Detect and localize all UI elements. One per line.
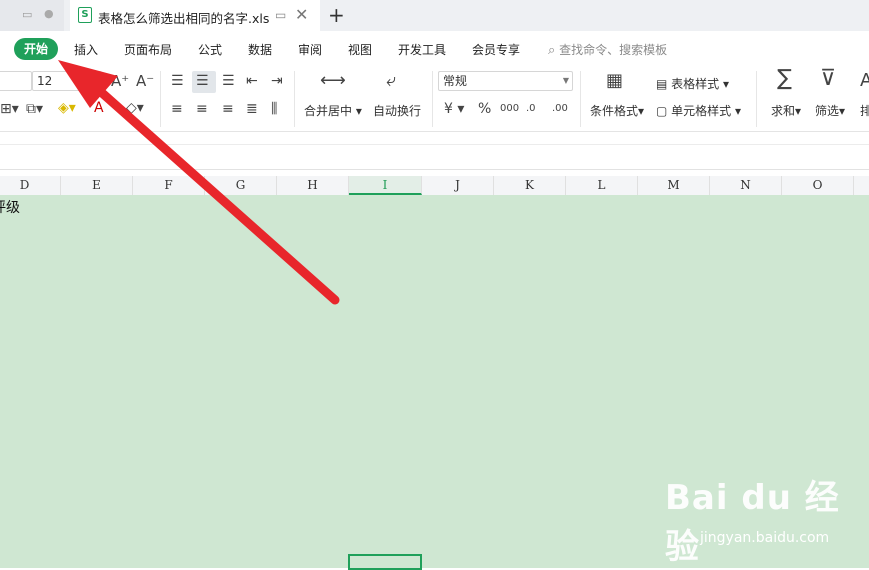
column-header-j[interactable]: J xyxy=(422,176,494,195)
sort-button[interactable]: 排 xyxy=(860,102,869,119)
sum-label: 求和 xyxy=(771,104,796,118)
conditional-format-label: 条件格式 xyxy=(590,104,639,118)
new-tab-plus-icon[interactable]: + xyxy=(328,3,345,27)
menu-formulas[interactable]: 公式 xyxy=(198,41,222,58)
sum-button[interactable]: 求和▾ xyxy=(771,102,801,119)
increase-font-icon[interactable]: A⁺ xyxy=(111,73,129,89)
pin-window-icon[interactable]: ▭ xyxy=(275,8,286,22)
currency-icon[interactable]: ¥ ▾ xyxy=(444,101,464,117)
fill-color-icon[interactable]: ◈▾ xyxy=(58,100,76,116)
font-size-value: 12 xyxy=(37,74,53,88)
column-header-n[interactable]: N xyxy=(710,176,782,195)
indent-increase-icon[interactable]: ⇥ xyxy=(271,73,283,89)
column-header-o[interactable]: O xyxy=(782,176,854,195)
format-icon[interactable]: ⧉▾ xyxy=(26,101,43,117)
cell-style-label: 单元格样式 xyxy=(671,104,732,118)
baidu-watermark-url: jingyan.baidu.com xyxy=(700,530,830,546)
column-header-h[interactable]: H xyxy=(277,176,349,195)
menu-review[interactable]: 审阅 xyxy=(298,41,322,58)
menu-home[interactable]: 开始 xyxy=(14,38,58,60)
filter-button[interactable]: 筛选▾ xyxy=(815,102,845,119)
align-middle-icon[interactable]: ☰ xyxy=(196,73,209,89)
cell-style-button[interactable]: ▢ 单元格样式 ▾ xyxy=(656,102,741,119)
formula-bar[interactable] xyxy=(0,144,869,170)
font-size-dropdown[interactable]: 12 ▼ xyxy=(32,71,102,91)
column-header-i[interactable]: I xyxy=(349,176,422,195)
number-format-dropdown[interactable]: 常规 ▼ xyxy=(438,71,573,91)
sort-icon[interactable]: A xyxy=(860,72,869,90)
font-color-icon[interactable]: A xyxy=(94,100,104,116)
column-header-g[interactable]: G xyxy=(205,176,277,195)
close-tab-icon[interactable]: ✕ xyxy=(295,5,308,24)
chevron-down-icon: ▼ xyxy=(91,76,98,85)
menu-view[interactable]: 视图 xyxy=(348,41,372,58)
monitor-icon[interactable]: ▭ xyxy=(22,8,32,21)
ribbon-toolbar: 12 ▼ A⁺ A⁻ ⊞▾ ⧉▾ ◈▾ A ◇▾ ☰ ☰ ☰ ⇤ ⇥ ≡ ≡ ≡… xyxy=(0,67,869,132)
baidu-watermark-logo: Bai du 经验 xyxy=(665,478,840,567)
conditional-format-button[interactable]: 条件格式▾ xyxy=(590,102,644,119)
justify-icon[interactable]: ≣ xyxy=(246,101,258,117)
menu-bar: 开始 插入 页面布局 公式 数据 审阅 视图 开发工具 会员专享 ⌕ 查找命令、… xyxy=(0,31,869,67)
align-right-icon[interactable]: ≡ xyxy=(222,101,234,117)
cell-style-icon: ▢ xyxy=(656,104,668,118)
search-placeholder: 查找命令、搜索模板 xyxy=(559,43,668,57)
sum-icon[interactable]: ∑ xyxy=(777,68,792,90)
column-header-d[interactable]: D xyxy=(0,176,61,195)
filter-icon[interactable]: ⊽ xyxy=(820,68,836,90)
table-style-icon: ▤ xyxy=(656,77,668,91)
search-box[interactable]: ⌕ 查找命令、搜索模板 xyxy=(548,41,667,58)
align-left-icon[interactable]: ≡ xyxy=(171,101,183,117)
merge-center-label: 合并居中 xyxy=(304,104,353,118)
merge-center-icon[interactable]: ⟷ xyxy=(320,72,346,90)
divider xyxy=(580,71,581,127)
table-style-label: 表格样式 xyxy=(671,77,720,91)
decimal-decrease-icon[interactable]: .00 xyxy=(552,101,568,117)
search-icon: ⌕ xyxy=(548,43,556,58)
number-format-value: 常规 xyxy=(443,74,468,88)
tab-previous[interactable]: ▭ ● xyxy=(0,0,64,31)
column-header-l[interactable]: L xyxy=(566,176,638,195)
wrap-text-button[interactable]: 自动换行 xyxy=(373,102,421,119)
tab-document[interactable]: S 表格怎么筛选出相同的名字.xls ▭ ✕ xyxy=(70,0,320,31)
borders-icon[interactable]: ⊞▾ xyxy=(0,101,19,117)
eraser-icon[interactable]: ◇▾ xyxy=(126,100,144,116)
menu-insert[interactable]: 插入 xyxy=(74,41,98,58)
menu-data[interactable]: 数据 xyxy=(248,41,272,58)
distributed-icon[interactable]: ⫼ xyxy=(271,101,277,117)
cell-value: 评级 xyxy=(0,200,20,216)
spreadsheet-file-icon: S xyxy=(78,7,92,23)
column-header-row: D E F G H I J K L M N O xyxy=(0,176,869,196)
column-header-f[interactable]: F xyxy=(133,176,205,195)
divider xyxy=(294,71,295,127)
font-family-dropdown[interactable] xyxy=(0,71,32,91)
conditional-format-icon[interactable]: ▦ xyxy=(606,72,623,90)
align-bottom-icon[interactable]: ☰ xyxy=(222,73,235,89)
filter-label: 筛选 xyxy=(815,104,840,118)
wrap-text-icon[interactable]: ⤶ xyxy=(386,72,396,90)
tab-bar: ▭ ● S 表格怎么筛选出相同的名字.xls ▭ ✕ + xyxy=(0,0,869,31)
tab-title: 表格怎么筛选出相同的名字.xls xyxy=(98,11,270,26)
dot-icon: ● xyxy=(44,7,54,20)
menu-membership[interactable]: 会员专享 xyxy=(472,41,520,58)
decrease-font-icon[interactable]: A⁻ xyxy=(136,73,154,89)
menu-page-layout[interactable]: 页面布局 xyxy=(124,41,172,58)
column-header-e[interactable]: E xyxy=(61,176,133,195)
decimal-increase-icon[interactable]: .0 xyxy=(526,101,536,117)
divider xyxy=(756,71,757,127)
percent-icon[interactable]: % xyxy=(478,101,491,117)
align-center-icon[interactable]: ≡ xyxy=(196,101,208,117)
column-header-m[interactable]: M xyxy=(638,176,710,195)
table-style-button[interactable]: ▤ 表格样式 ▾ xyxy=(656,75,729,92)
thousands-icon[interactable]: 000 xyxy=(500,101,519,117)
divider xyxy=(160,71,161,127)
merge-center-button[interactable]: 合并居中 ▾ xyxy=(304,102,362,119)
menu-developer[interactable]: 开发工具 xyxy=(398,41,446,58)
chevron-down-icon: ▼ xyxy=(562,76,569,85)
divider xyxy=(432,71,433,127)
column-header-k[interactable]: K xyxy=(494,176,566,195)
align-top-icon[interactable]: ☰ xyxy=(171,73,184,89)
indent-decrease-icon[interactable]: ⇤ xyxy=(246,73,258,89)
